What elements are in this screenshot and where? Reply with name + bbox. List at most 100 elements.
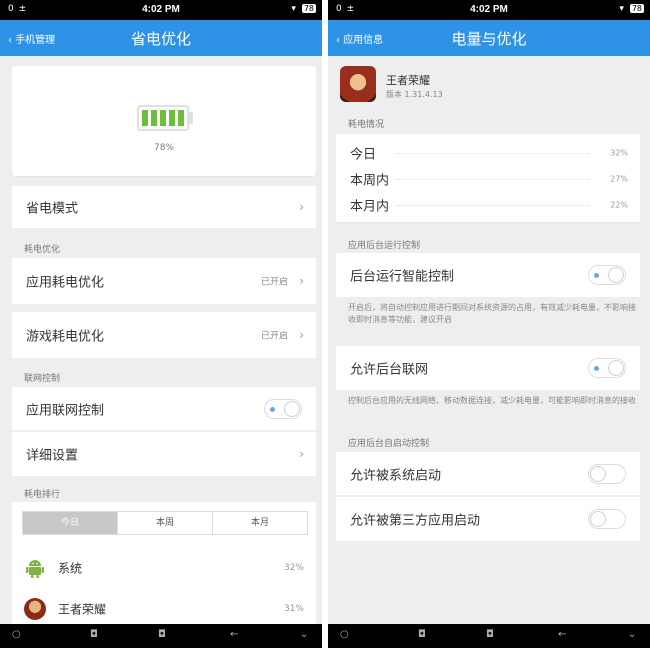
chevron-down-icon[interactable]: ⌄ (628, 629, 636, 640)
smart-control-label: 后台运行智能控制 (350, 269, 455, 285)
usage-row-month: 本月内 22% (336, 192, 640, 218)
phone-screen-power-saving: 0 ± 4:02 PM ▾ 78 ‹ 手机管理 省电优化 78% 省电模式 › … (0, 0, 322, 648)
back-button[interactable]: ‹ 手机管理 (8, 31, 55, 46)
status-time: 4:02 PM (142, 4, 180, 15)
app-version: 版本 1.31.4.13 (386, 90, 443, 99)
toggle-indicator-dot (270, 406, 275, 412)
game-app-icon (340, 66, 376, 102)
battery-cap (189, 112, 193, 124)
battery-status-icon: 78 (301, 4, 316, 13)
section-power-ranking: 耗电排行 (24, 490, 61, 500)
usage-label: 本周内 (350, 173, 390, 189)
chevron-right-icon: › (299, 447, 304, 461)
status-right-icons: ▾ 78 (619, 4, 644, 14)
section-power-optimization: 耗电优化 (24, 245, 61, 255)
detail-settings-row[interactable]: 详细设置 › (12, 432, 316, 476)
battery-icon (137, 105, 189, 131)
ranking-item-system[interactable]: 系统 32% (12, 548, 316, 588)
power-mode-row[interactable]: 省电模式 › (12, 186, 316, 228)
chevron-right-icon: › (299, 200, 304, 214)
back-button[interactable]: ‹ 应用信息 (336, 31, 383, 46)
smart-control-toggle[interactable] (588, 265, 626, 285)
allow-system-start-label: 允许被系统启动 (350, 468, 442, 483)
tab-month[interactable]: 本月 (212, 512, 307, 534)
battery-percent: 78% (153, 143, 174, 153)
toggle-knob (608, 360, 624, 376)
status-bar: 0 ± 4:02 PM ▾ 78 (0, 0, 322, 20)
smart-control-description: 开启后，将自动控制应用进行期间对系统资源的占用，有效减少耗电量，不影响接收即时消… (348, 303, 636, 324)
allow-system-start-toggle[interactable] (588, 463, 626, 484)
usage-row-today: 今日 32% (336, 140, 640, 166)
home-icon[interactable]: ◘ (90, 629, 98, 640)
chevron-right-icon: › (299, 328, 304, 342)
usage-percent: 27% (610, 174, 628, 184)
game-power-optimization-label: 游戏耗电优化 (26, 329, 105, 345)
app-network-control-toggle[interactable] (264, 398, 302, 419)
section-background-control: 应用后台运行控制 (348, 241, 421, 251)
status-bar: 0 ± 4:02 PM ▾ 78 (328, 0, 650, 20)
toggle-indicator-dot (594, 366, 599, 371)
allow-system-start-row: 允许被系统启动 (336, 452, 640, 496)
app-network-control-label: 应用联网控制 (26, 403, 105, 418)
game-power-optimization-row[interactable]: 游戏耗电优化 已开启 › (12, 312, 316, 358)
background-network-row: 允许后台联网 (336, 346, 640, 390)
app-power-optimization-status: 已开启 (260, 277, 288, 288)
toggle-indicator-dot (594, 273, 599, 278)
title-bar: ‹ 手机管理 省电优化 (0, 20, 322, 56)
phone-screen-app-battery: 0 ± 4:02 PM ▾ 78 ‹ 应用信息 电量与优化 王者荣耀 版本 1.… (328, 0, 650, 648)
chevron-down-icon[interactable]: ⌄ (300, 629, 308, 640)
usage-percent: 22% (610, 200, 628, 210)
tab-week[interactable]: 本周 (117, 512, 212, 534)
app-power-optimization-label: 应用耗电优化 (26, 275, 105, 291)
toggle-knob (590, 511, 606, 527)
back-arrow-icon[interactable]: ← (558, 629, 566, 640)
ranking-item-name: 系统 (58, 561, 83, 576)
smart-control-row: 后台运行智能控制 (336, 253, 640, 297)
title-bar: ‹ 应用信息 电量与优化 (328, 20, 650, 56)
battery-status-icon: 78 (629, 4, 644, 13)
ranking-item-percent: 31% (283, 604, 304, 614)
status-time: 4:02 PM (470, 4, 508, 15)
section-autostart-control: 应用后台自启动控制 (348, 439, 430, 449)
app-power-optimization-row[interactable]: 应用耗电优化 已开启 › (12, 258, 316, 304)
recent-apps-icon[interactable]: ◘ (158, 629, 166, 640)
recent-apps-icon[interactable]: ◘ (486, 629, 494, 640)
game-app-icon (24, 598, 46, 620)
toggle-knob (590, 465, 606, 482)
app-name: 王者荣耀 (386, 74, 430, 87)
circle-icon[interactable]: ○ (12, 629, 21, 640)
usage-label: 今日 (350, 147, 377, 163)
usage-dotted-line (396, 153, 590, 154)
android-icon (26, 560, 44, 578)
usage-dotted-line (396, 179, 590, 180)
usage-row-week: 本周内 27% (336, 166, 640, 192)
app-network-control-row: 应用联网控制 (12, 387, 316, 431)
allow-third-party-start-toggle[interactable] (588, 509, 626, 529)
home-icon[interactable]: ◘ (418, 629, 426, 640)
toggle-knob (284, 400, 300, 417)
ranking-item-game[interactable]: 王者荣耀 31% (12, 594, 316, 624)
ranking-item-percent: 32% (283, 563, 304, 573)
chevron-right-icon: › (299, 274, 304, 288)
ranking-item-name: 王者荣耀 (58, 602, 107, 617)
wifi-icon: ▾ (619, 4, 624, 14)
status-right-icons: ▾ 78 (291, 4, 316, 14)
section-power-usage: 耗电情况 (348, 120, 385, 130)
power-mode-label: 省电模式 (26, 201, 79, 217)
back-arrow-icon[interactable]: ← (230, 629, 238, 640)
background-network-description: 控制后台应用的无线网络、移动数据连接，减少耗电量，可能影响即时消息的接收 (348, 396, 636, 405)
back-label: 应用信息 (343, 35, 384, 46)
tab-today[interactable]: 今日 (23, 512, 117, 534)
background-network-label: 允许后台联网 (350, 362, 429, 378)
wifi-icon: ▾ (291, 4, 296, 14)
usage-percent: 32% (610, 148, 628, 158)
usage-label: 本月内 (350, 199, 390, 215)
navigation-bar: ○ ◘ ◘ ← ⌄ (0, 624, 322, 648)
background-network-toggle[interactable] (588, 358, 626, 378)
usage-dotted-line (396, 205, 590, 206)
ranking-tabs: 今日 本周 本月 (22, 511, 308, 535)
section-network-control: 联网控制 (24, 374, 61, 384)
detail-settings-label: 详细设置 (26, 448, 79, 464)
circle-icon[interactable]: ○ (340, 629, 349, 640)
allow-third-party-start-label: 允许被第三方应用启动 (350, 513, 481, 529)
